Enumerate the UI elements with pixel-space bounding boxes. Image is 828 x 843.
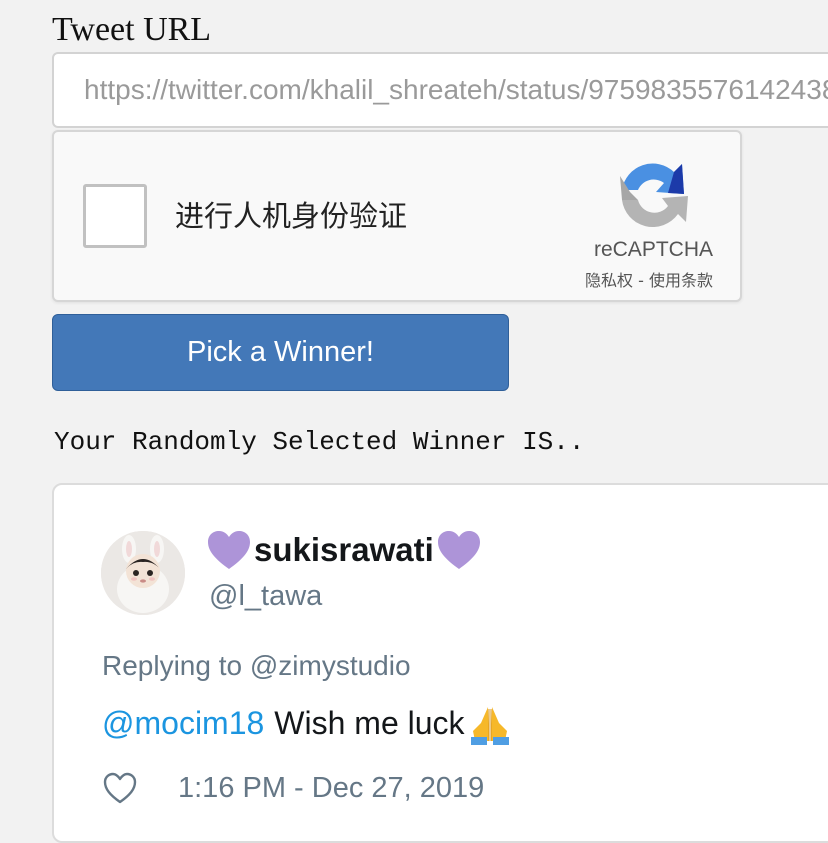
- purple-heart-icon: [437, 531, 480, 569]
- heart-icon[interactable]: [102, 771, 138, 805]
- display-name-text: sukisrawati: [254, 531, 434, 568]
- tweet-timestamp[interactable]: 1:16 PM - Dec 27, 2019: [178, 768, 484, 808]
- purple-heart-icon: [208, 531, 250, 569]
- links-separator: -: [633, 271, 649, 290]
- display-name[interactable]: sukisrawati: [206, 529, 482, 571]
- pick-winner-button[interactable]: Pick a Winner!: [52, 314, 509, 391]
- recaptcha-links: 隐私权 - 使用条款: [585, 270, 713, 292]
- user-handle[interactable]: @l_tawa: [209, 577, 322, 615]
- folded-hands-icon: [470, 707, 509, 745]
- captcha-checkbox[interactable]: [83, 184, 147, 248]
- tweet-card: sukisrawati @l_tawa Replying to @zimystu…: [52, 483, 828, 843]
- tweet-text: @mocim18 Wish me luck: [102, 701, 513, 745]
- recaptcha-widget: 进行人机身份验证 reCAPTCHA 隐私权 - 使用条款: [52, 130, 742, 302]
- recaptcha-brand: reCAPTCHA: [593, 238, 713, 261]
- terms-link[interactable]: 使用条款: [649, 271, 713, 290]
- tweet-body: Wish me luck: [274, 705, 465, 741]
- tweet-url-label: Tweet URL: [52, 11, 212, 48]
- mention-link[interactable]: @mocim18: [102, 701, 264, 745]
- tweet-footer: 1:16 PM - Dec 27, 2019: [102, 768, 484, 808]
- recaptcha-logo-icon: [620, 163, 688, 228]
- avatar[interactable]: [101, 531, 185, 615]
- tweet-url-input[interactable]: [52, 52, 828, 128]
- captcha-label: 进行人机身份验证: [175, 199, 408, 233]
- privacy-link[interactable]: 隐私权: [585, 271, 633, 290]
- replying-to[interactable]: Replying to @zimystudio: [102, 647, 411, 685]
- winner-heading: Your Randomly Selected Winner IS..: [54, 427, 585, 457]
